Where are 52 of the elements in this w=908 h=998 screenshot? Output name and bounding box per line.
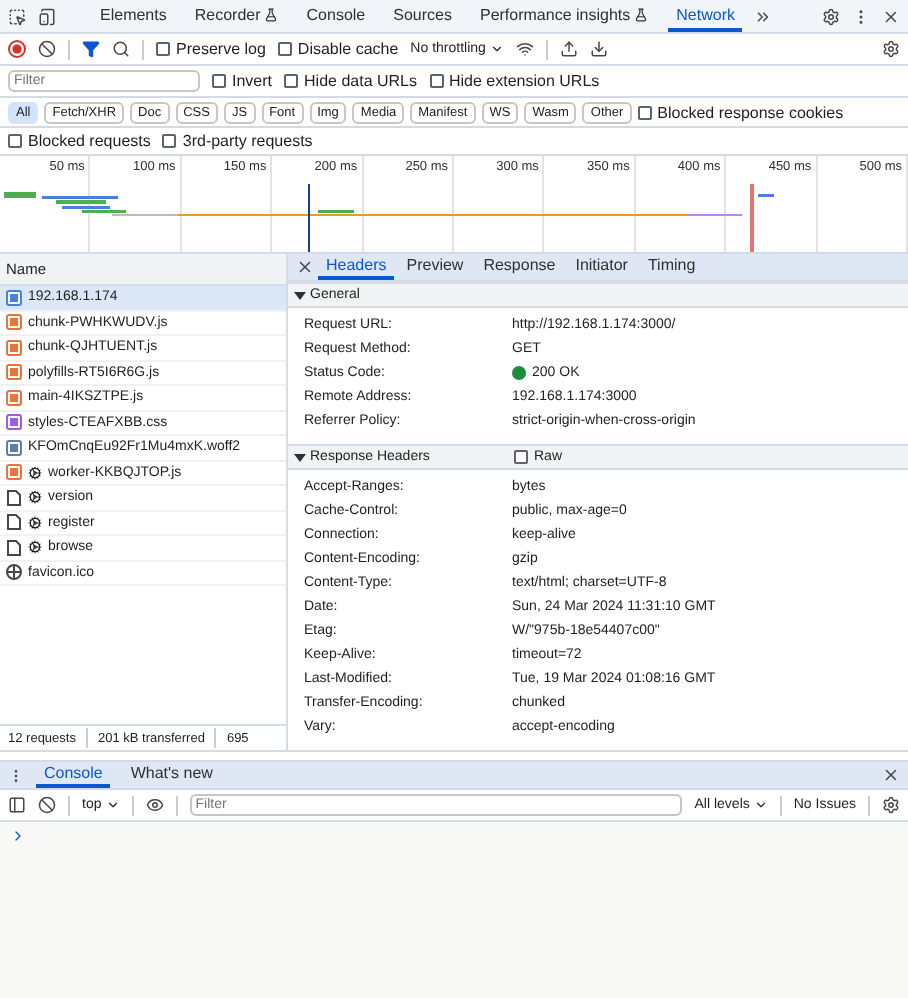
checkbox-option[interactable]: 3rd-party requests [162,132,313,150]
panel-tab[interactable]: Elements [92,0,175,32]
download-icon[interactable] [589,40,608,58]
more-tabs-icon[interactable] [754,7,773,25]
checkbox-option[interactable]: Hide data URLs [284,72,417,90]
eye-icon[interactable] [145,796,164,814]
panel-tab[interactable]: Sources [385,0,460,32]
checkbox-option[interactable]: Invert [212,72,273,90]
panel-tab[interactable]: Console [298,0,374,32]
detail-tab[interactable]: Preview [398,254,472,280]
panel-tab[interactable]: Recorder [186,0,287,32]
sidebar-icon[interactable] [8,796,26,814]
close-icon[interactable] [882,766,900,784]
search-icon[interactable] [112,40,130,58]
checkbox-option[interactable]: Disable cache [277,40,399,58]
checkbox-option[interactable]: Blocked requests [8,132,151,150]
clear-icon[interactable] [38,40,56,58]
close-icon[interactable] [296,258,314,276]
checkbox[interactable] [156,42,170,56]
checkbox[interactable] [429,74,443,88]
checkbox[interactable] [514,450,528,464]
caret-icon[interactable] [294,289,306,301]
drawer-tab[interactable]: What's new [122,762,221,788]
record-icon[interactable] [8,40,26,58]
checkbox[interactable] [284,74,299,88]
checkbox[interactable] [637,105,652,119]
upload-icon[interactable] [559,40,578,58]
caret-icon[interactable] [105,798,120,812]
settings-icon[interactable] [882,796,900,814]
close-icon[interactable] [882,7,900,25]
panel-tab[interactable]: Performance insights [471,0,657,32]
filter-icon[interactable] [82,40,100,58]
checkbox-option[interactable]: Preserve log [156,40,266,58]
clear-icon[interactable] [38,796,56,814]
checkbox[interactable] [212,74,226,88]
settings-icon[interactable] [882,40,900,58]
checkbox[interactable] [8,134,22,148]
caret-icon[interactable] [753,798,768,812]
checkbox-option[interactable]: Hide extension URLs [429,72,600,90]
caret-icon[interactable] [294,451,306,463]
settings-icon[interactable] [822,7,840,25]
detail-tab[interactable]: Response [475,254,564,280]
device-icon[interactable] [38,7,56,25]
detail-tab[interactable]: Initiator [567,254,636,280]
wifi-icon[interactable] [515,40,534,58]
checkbox-option[interactable]: Blocked response cookies [637,103,844,121]
detail-tab[interactable]: Timing [639,254,704,280]
caret-icon[interactable] [489,42,504,56]
checkbox[interactable] [277,42,292,56]
inspect-icon[interactable] [8,7,26,25]
checkbox[interactable] [162,134,177,148]
prompt-icon [10,828,26,844]
